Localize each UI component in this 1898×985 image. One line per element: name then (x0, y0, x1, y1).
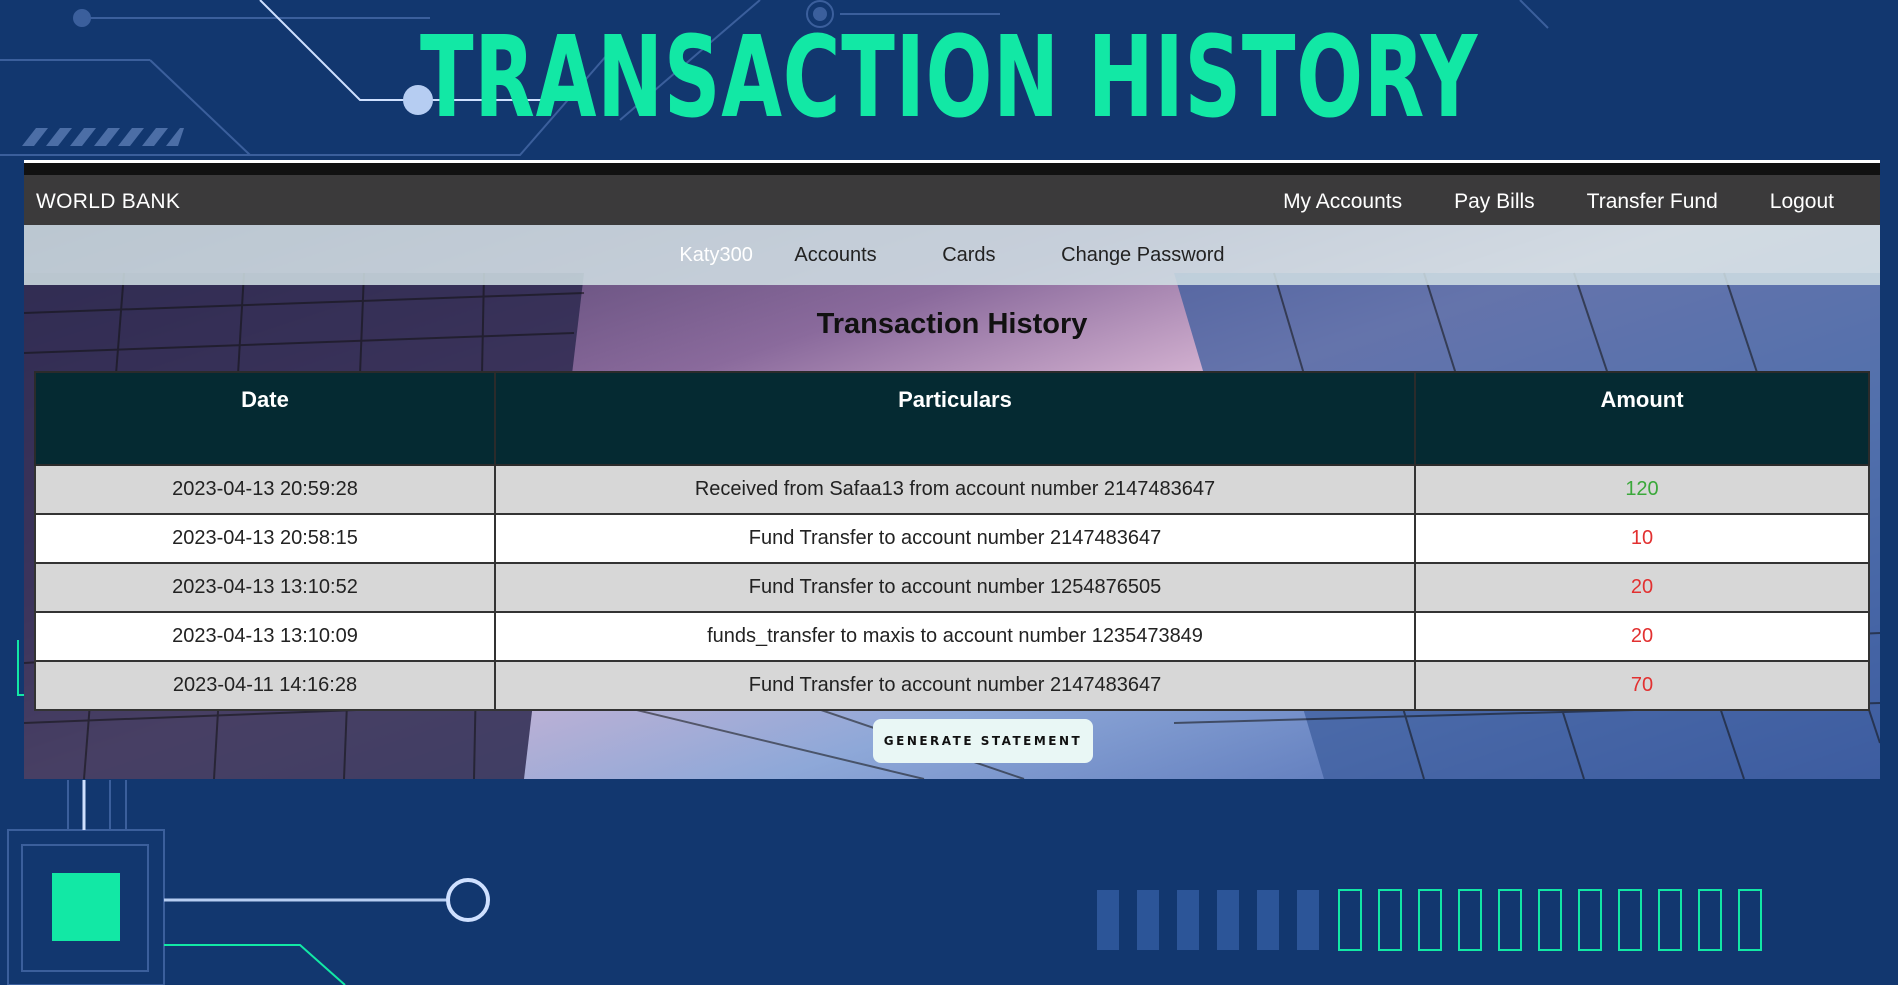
column-header-amount: Amount (1414, 371, 1870, 466)
table-row: 2023-04-13 20:58:15 Fund Transfer to acc… (34, 513, 1870, 564)
cell-date: 2023-04-13 13:10:52 (34, 562, 496, 613)
table-row: 2023-04-13 20:59:28 Received from Safaa1… (34, 464, 1870, 515)
slide-title: TRANSACTION HISTORY (419, 13, 1479, 143)
cell-particulars: funds_transfer to maxis to account numbe… (494, 611, 1416, 662)
main-nav: My Accounts Pay Bills Transfer Fund Logo… (1257, 190, 1860, 214)
table-row: 2023-04-13 13:10:52 Fund Transfer to acc… (34, 562, 1870, 613)
subnav-change-password[interactable]: Change Password (1061, 244, 1224, 267)
username-label: Katy300 (679, 244, 753, 266)
cell-date: 2023-04-13 20:59:28 (34, 464, 496, 515)
generate-statement-button[interactable]: GENERATE STATEMENT (873, 719, 1093, 763)
column-header-date: Date (34, 371, 496, 466)
table-row: 2023-04-11 14:16:28 Fund Transfer to acc… (34, 660, 1870, 711)
subnav-cards[interactable]: Cards (942, 244, 995, 267)
nav-transfer-fund[interactable]: Transfer Fund (1561, 190, 1744, 214)
brand-logo[interactable]: WORLD BANK (36, 190, 180, 214)
cell-particulars: Received from Safaa13 from account numbe… (494, 464, 1416, 515)
nav-logout[interactable]: Logout (1744, 190, 1860, 214)
cell-amount: 20 (1414, 611, 1870, 662)
page-title: Transaction History (816, 308, 1088, 340)
cell-date: 2023-04-13 13:10:09 (34, 611, 496, 662)
subnav-accounts[interactable]: Accounts (794, 244, 876, 267)
sub-navbar: Katy300 Accounts Cards Change Password (24, 225, 1880, 285)
table-header-row: Date Particulars Amount (34, 371, 1870, 466)
table-row: 2023-04-13 13:10:09 funds_transfer to ma… (34, 611, 1870, 662)
cell-particulars: Fund Transfer to account number 21474836… (494, 660, 1416, 711)
bank-app-screenshot: WORLD BANK My Accounts Pay Bills Transfe… (24, 160, 1880, 779)
cell-particulars: Fund Transfer to account number 21474836… (494, 513, 1416, 564)
cell-date: 2023-04-11 14:16:28 (34, 660, 496, 711)
top-navbar: WORLD BANK My Accounts Pay Bills Transfe… (24, 163, 1880, 225)
cell-amount: 70 (1414, 660, 1870, 711)
cell-amount: 120 (1414, 464, 1870, 515)
cell-date: 2023-04-13 20:58:15 (34, 513, 496, 564)
nav-pay-bills[interactable]: Pay Bills (1428, 190, 1561, 214)
column-header-particulars: Particulars (494, 371, 1416, 466)
cell-particulars: Fund Transfer to account number 12548765… (494, 562, 1416, 613)
transaction-table: Date Particulars Amount 2023-04-13 20:59… (34, 371, 1870, 711)
cell-amount: 10 (1414, 513, 1870, 564)
nav-my-accounts[interactable]: My Accounts (1257, 190, 1428, 214)
cell-amount: 20 (1414, 562, 1870, 613)
